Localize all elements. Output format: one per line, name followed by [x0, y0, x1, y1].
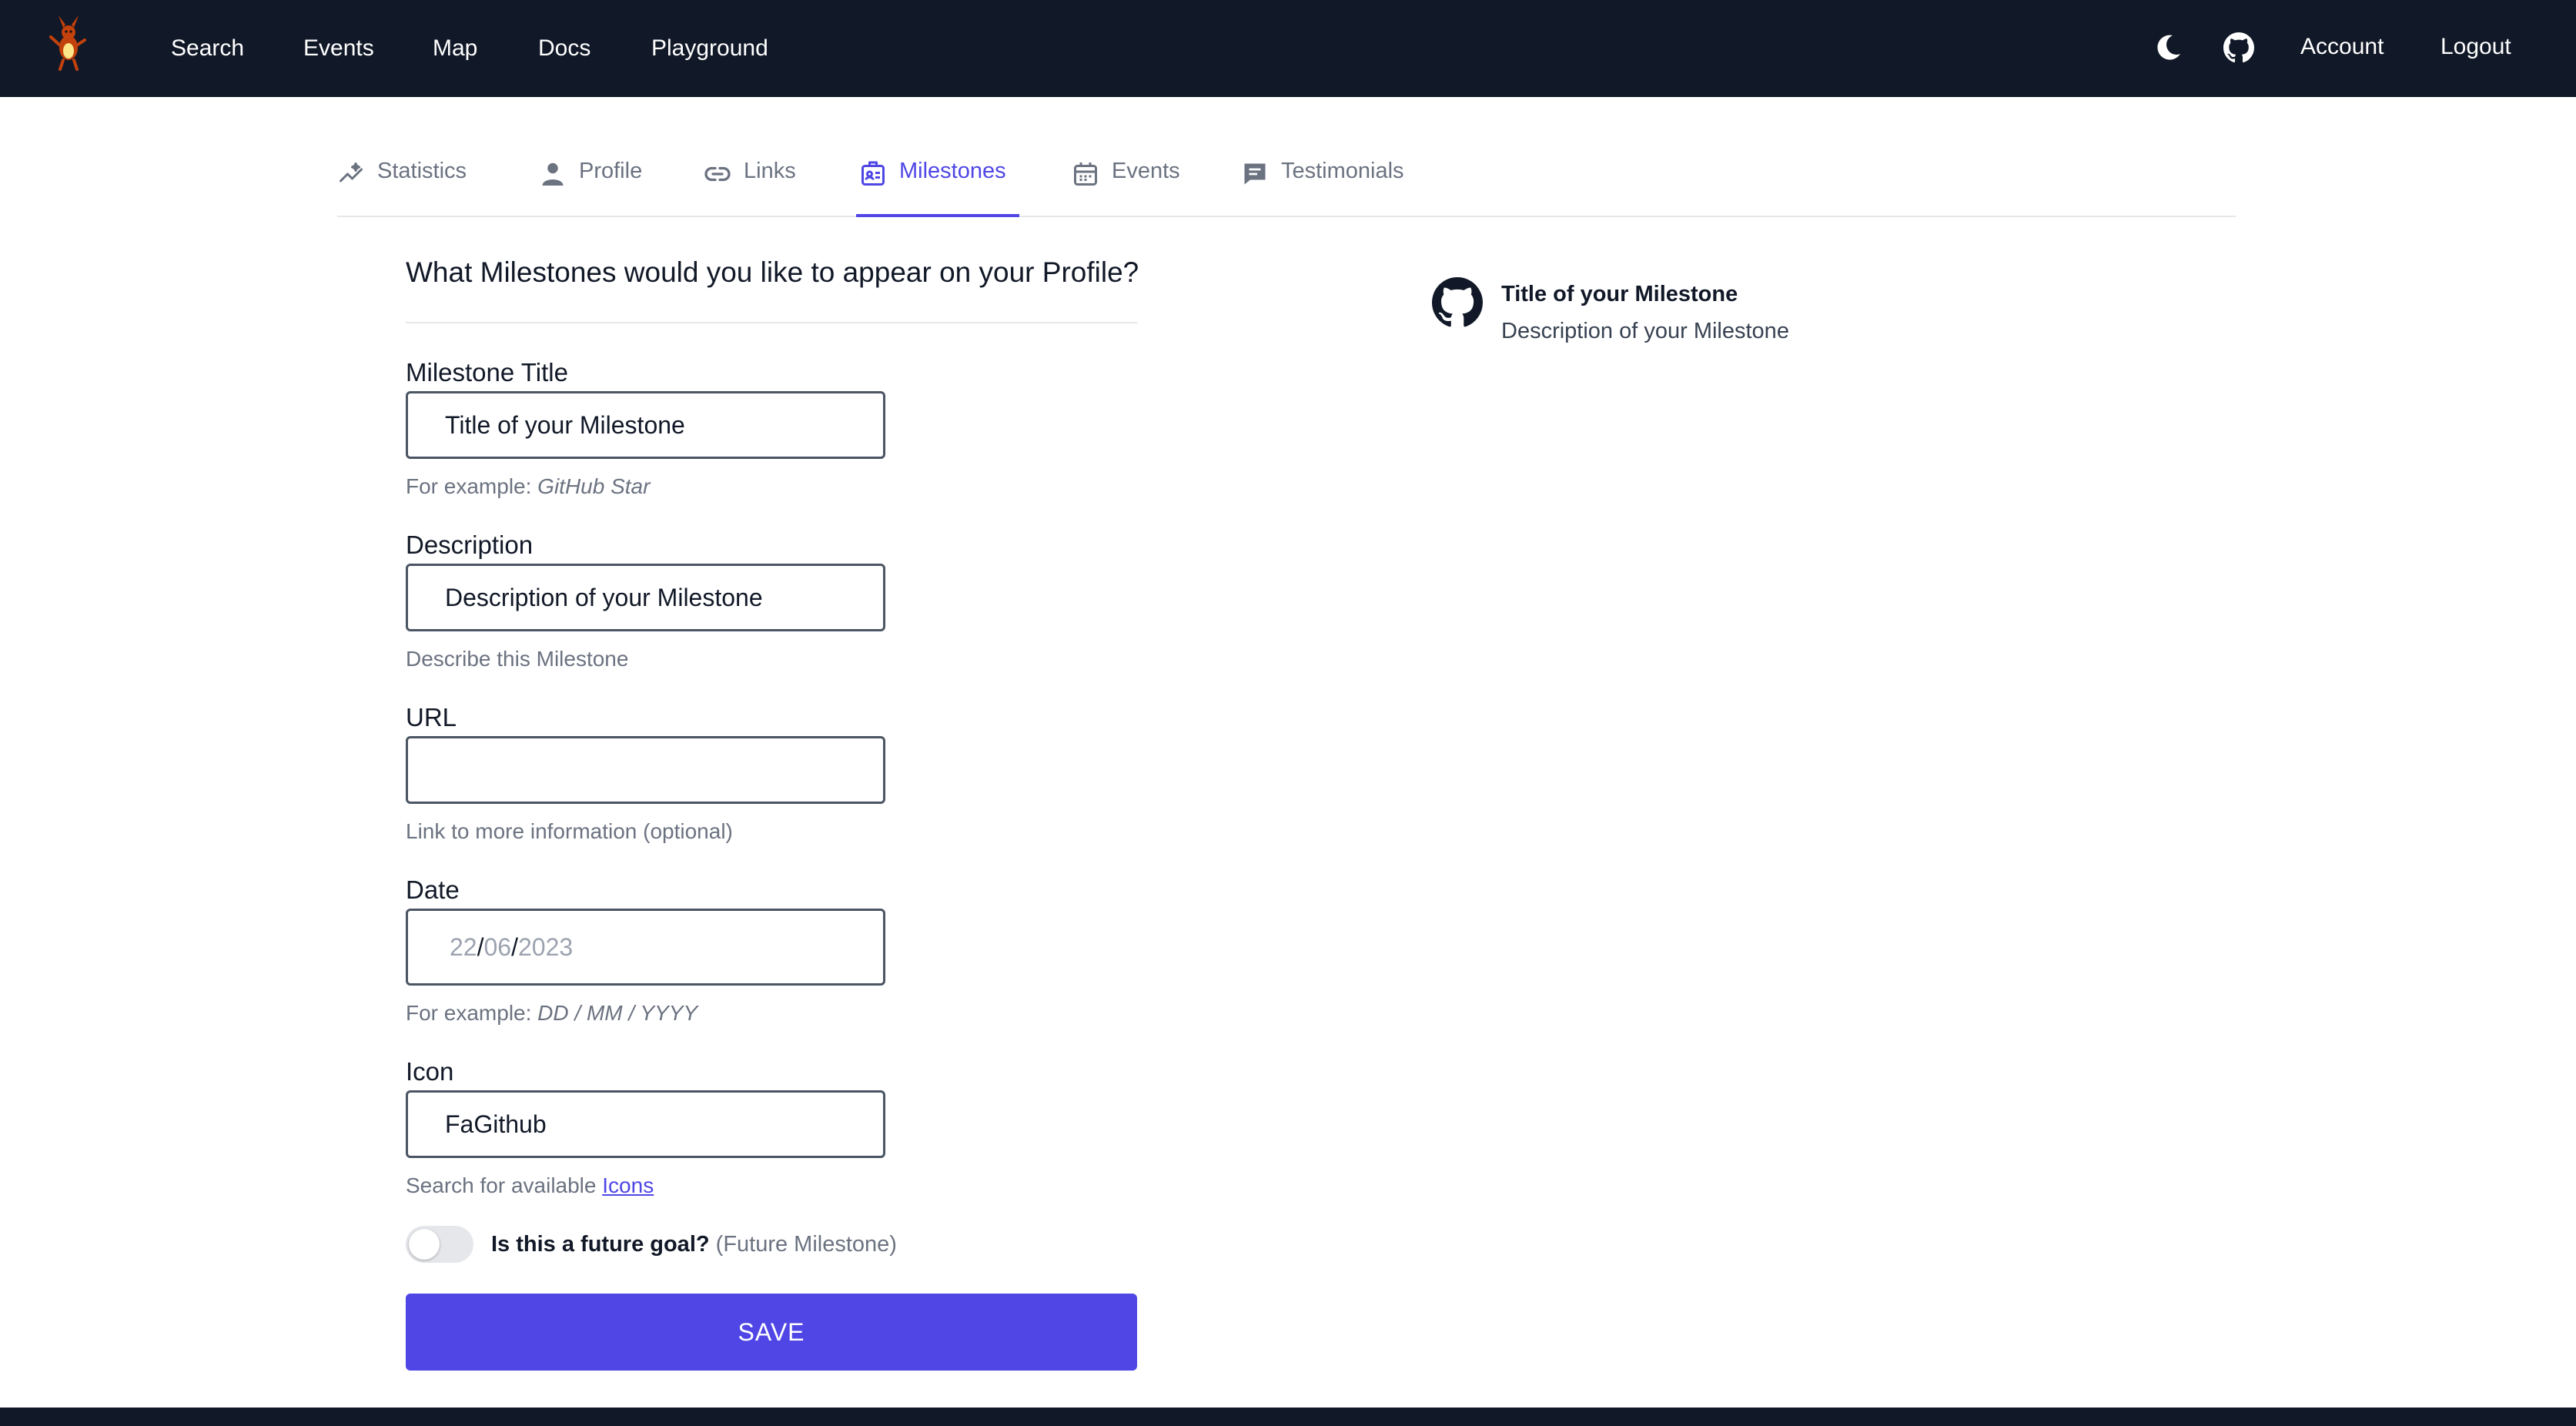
profile-tabs: Statistics Profile Links Milestones Even…: [337, 151, 2236, 217]
calendar-icon: [1074, 162, 1097, 186]
icon-input[interactable]: [406, 1090, 885, 1158]
tab-label: Events: [1112, 159, 1180, 183]
navbar: Search Events Map Docs Playground Accoun…: [0, 0, 2576, 97]
hint-example: GitHub Star: [537, 474, 651, 498]
date-separator: /: [477, 932, 484, 961]
future-goal-label: Is this a future goal? (Future Milestone…: [491, 1230, 897, 1258]
url-input[interactable]: [406, 736, 885, 804]
date-year[interactable]: 2023: [518, 933, 573, 962]
milestone-title-label: Milestone Title: [406, 358, 568, 387]
form-heading: What Milestones would you like to appear…: [406, 256, 1139, 288]
tab-links[interactable]: Links: [704, 151, 796, 217]
tab-label: Testimonials: [1281, 159, 1404, 183]
user-icon: [542, 162, 564, 186]
nav-link-search[interactable]: Search: [171, 34, 244, 63]
future-goal-sublabel: (Future Milestone): [715, 1232, 897, 1257]
logo-icon[interactable]: [45, 14, 92, 71]
date-month[interactable]: 06: [483, 933, 511, 962]
future-goal-toggle[interactable]: [406, 1226, 473, 1263]
tab-events[interactable]: Events: [1072, 151, 1180, 217]
tab-statistics[interactable]: Statistics: [337, 151, 467, 217]
icon-hint: Search for available Icons: [406, 1172, 654, 1200]
icons-link[interactable]: Icons: [602, 1173, 654, 1197]
date-label: Date: [406, 875, 460, 904]
date-hint: For example: DD / MM / YYYY: [406, 999, 698, 1027]
date-day[interactable]: 22: [450, 933, 477, 962]
save-button[interactable]: SAVE: [406, 1294, 1137, 1371]
icon-label: Icon: [406, 1057, 454, 1086]
tab-label: Statistics: [377, 159, 467, 183]
hint-prefix: For example:: [406, 1001, 538, 1025]
id-badge-icon: [861, 161, 885, 186]
url-label: URL: [406, 703, 457, 731]
preview-title: Title of your Milestone: [1501, 282, 1738, 306]
divider: [406, 322, 1137, 323]
hint-example: DD / MM / YYYY: [537, 1001, 698, 1025]
footer: [0, 1408, 2576, 1426]
chart-sparkle-icon: [340, 162, 363, 182]
preview-description: Description of your Milestone: [1501, 319, 1789, 343]
tab-milestones[interactable]: Milestones: [856, 151, 1019, 217]
tab-label: Links: [744, 159, 796, 183]
tab-testimonials[interactable]: Testimonials: [1241, 151, 1404, 217]
github-icon: [1432, 277, 1483, 327]
nav-link-events[interactable]: Events: [303, 34, 374, 63]
hint-prefix: For example:: [406, 474, 538, 498]
milestone-title-hint: For example: GitHub Star: [406, 473, 650, 500]
milestone-title-input[interactable]: [406, 391, 885, 459]
tab-profile[interactable]: Profile: [539, 151, 642, 217]
nav-link-map[interactable]: Map: [433, 34, 477, 63]
moon-icon[interactable]: [2153, 32, 2183, 63]
chat-icon: [1244, 163, 1266, 185]
url-hint: Link to more information (optional): [406, 819, 733, 843]
hint-prefix: Search for available: [406, 1173, 603, 1197]
date-input[interactable]: 22/06/2023: [406, 909, 885, 986]
github-icon[interactable]: [2223, 32, 2254, 63]
future-goal-text: Is this a future goal?: [491, 1232, 710, 1257]
tab-label: Milestones: [899, 159, 1006, 183]
toggle-knob: [409, 1229, 440, 1260]
nav-link-playground[interactable]: Playground: [651, 34, 768, 63]
nav-account[interactable]: Account: [2300, 32, 2384, 62]
description-label: Description: [406, 531, 534, 559]
link-icon: [704, 166, 731, 182]
nav-logout[interactable]: Logout: [2441, 32, 2511, 62]
tab-label: Profile: [579, 159, 643, 183]
nav-link-docs[interactable]: Docs: [538, 34, 590, 63]
description-input[interactable]: [406, 564, 885, 631]
description-hint: Describe this Milestone: [406, 647, 629, 671]
date-separator: /: [511, 932, 518, 961]
